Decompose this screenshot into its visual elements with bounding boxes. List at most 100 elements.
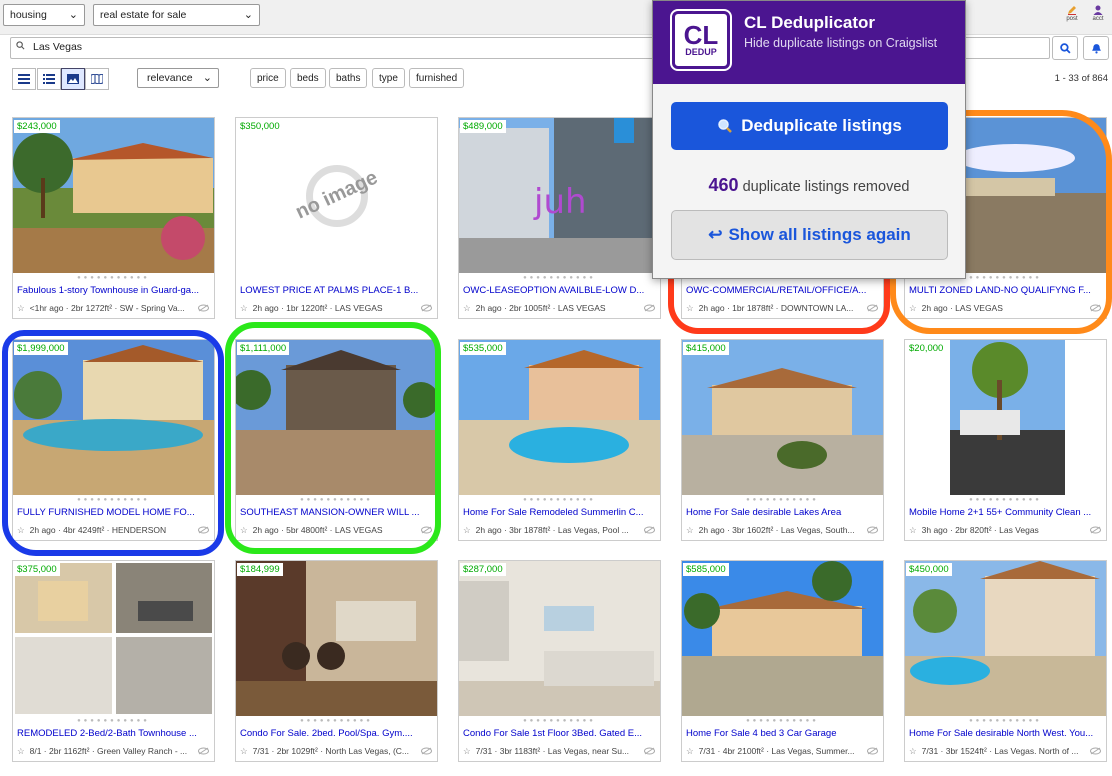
hide-icon[interactable]	[867, 526, 878, 534]
account-button[interactable]: acct	[1092, 4, 1104, 22]
star-icon[interactable]: ☆	[463, 746, 471, 756]
listing-card[interactable]: $585,000 ●●●●●●●●●●● Home For Sale 4 bed…	[681, 560, 884, 762]
listing-photo[interactable]	[13, 118, 214, 273]
view-map-button[interactable]	[85, 68, 109, 90]
image-dots[interactable]: ●●●●●●●●●●●	[13, 718, 214, 724]
image-dots[interactable]: ●●●●●●●●●●●	[459, 497, 660, 503]
view-gallery-button[interactable]	[61, 68, 85, 90]
listing-title[interactable]: FULLY FURNISHED MODEL HOME FO...	[17, 507, 209, 518]
image-dots[interactable]: ●●●●●●●●●●●	[459, 275, 660, 281]
listing-photo[interactable]: juh	[459, 118, 660, 273]
category-select[interactable]: housing ⌄	[3, 4, 85, 26]
star-icon[interactable]: ☆	[463, 525, 471, 535]
view-thumb-list-button[interactable]	[37, 68, 61, 90]
listing-card[interactable]: $243,000 ●●●●●●●●●●● Fabulous 1-story To…	[12, 117, 215, 319]
listing-title[interactable]: Mobile Home 2+1 55+ Community Clean ...	[909, 507, 1101, 518]
post-button[interactable]: post	[1066, 4, 1078, 22]
listing-card[interactable]: no image $350,000 LOWEST PRICE AT PALMS …	[235, 117, 438, 319]
star-icon[interactable]: ☆	[909, 303, 917, 313]
image-dots[interactable]: ●●●●●●●●●●●	[236, 718, 437, 724]
image-dots[interactable]: ●●●●●●●●●●●	[459, 718, 660, 724]
listing-photo[interactable]	[905, 561, 1106, 716]
listing-card[interactable]: $1,999,000 ●●●●●●●●●●● FULLY FURNISHED M…	[12, 339, 215, 541]
listing-photo[interactable]	[236, 340, 437, 495]
listing-title[interactable]: MULTI ZONED LAND-NO QUALIFYNG F...	[909, 285, 1101, 296]
listing-title[interactable]: Home For Sale desirable North West. You.…	[909, 728, 1101, 739]
image-dots[interactable]: ●●●●●●●●●●●	[905, 497, 1106, 503]
listing-card[interactable]: $1,111,000 ●●●●●●●●●●● SOUTHEAST MANSION…	[235, 339, 438, 541]
hide-icon[interactable]	[644, 747, 655, 755]
star-icon[interactable]: ☆	[686, 525, 694, 535]
star-icon[interactable]: ☆	[240, 525, 248, 535]
filter-price-button[interactable]: price	[250, 68, 286, 88]
star-icon[interactable]: ☆	[17, 303, 25, 313]
listing-title[interactable]: REMODELED 2-Bed/2-Bath Townhouse ...	[17, 728, 209, 739]
listing-card[interactable]: $450,000 ●●●●●●●●●●● Home For Sale desir…	[904, 560, 1107, 762]
hide-icon[interactable]	[1090, 526, 1101, 534]
star-icon[interactable]: ☆	[909, 746, 917, 756]
listing-card[interactable]: $535,000 ●●●●●●●●●●● Home For Sale Remod…	[458, 339, 661, 541]
filter-baths-button[interactable]: baths	[329, 68, 368, 88]
view-list-button[interactable]	[12, 68, 36, 90]
image-dots[interactable]: ●●●●●●●●●●●	[13, 497, 214, 503]
hide-icon[interactable]	[644, 526, 655, 534]
deduplicate-button[interactable]: Deduplicate listings	[671, 102, 948, 150]
listing-card[interactable]: $375,000 ●●●●●●●●●●● REMODELED 2-Bed/2-B…	[12, 560, 215, 762]
image-dots[interactable]: ●●●●●●●●●●●	[682, 718, 883, 724]
hide-icon[interactable]	[421, 747, 432, 755]
hide-icon[interactable]	[644, 304, 655, 312]
listing-photo[interactable]	[905, 340, 1106, 495]
listing-card[interactable]: $184,999 ●●●●●●●●●●● Condo For Sale. 2be…	[235, 560, 438, 762]
hide-icon[interactable]	[867, 747, 878, 755]
listing-photo[interactable]	[13, 340, 214, 495]
listing-card[interactable]: juh $489,000 ●●●●●●●●●●● OWC-LEASEOPTION…	[458, 117, 661, 319]
hide-icon[interactable]	[198, 304, 209, 312]
listing-card[interactable]: $20,000 ●●●●●●●●●●● Mobile Home 2+1 55+ …	[904, 339, 1107, 541]
star-icon[interactable]: ☆	[463, 303, 471, 313]
filter-beds-button[interactable]: beds	[290, 68, 326, 88]
listing-title[interactable]: Fabulous 1-story Townhouse in Guard-ga..…	[17, 285, 209, 296]
star-icon[interactable]: ☆	[909, 525, 917, 535]
subcategory-select[interactable]: real estate for sale ⌄	[93, 4, 260, 26]
sort-select[interactable]: relevance ⌄	[137, 68, 219, 88]
listing-photo[interactable]	[13, 561, 214, 716]
alert-button[interactable]	[1083, 36, 1109, 60]
filter-type-button[interactable]: type	[372, 68, 405, 88]
listing-photo[interactable]	[459, 340, 660, 495]
image-dots[interactable]: ●●●●●●●●●●●	[236, 497, 437, 503]
hide-icon[interactable]	[1090, 747, 1101, 755]
listing-photo[interactable]	[682, 340, 883, 495]
listing-title[interactable]: OWC-COMMERCIAL/RETAIL/OFFICE/A...	[686, 285, 878, 296]
hide-icon[interactable]	[421, 526, 432, 534]
star-icon[interactable]: ☆	[17, 525, 25, 535]
listing-photo[interactable]	[682, 561, 883, 716]
hide-icon[interactable]	[421, 304, 432, 312]
image-dots[interactable]: ●●●●●●●●●●●	[905, 718, 1106, 724]
listing-title[interactable]: Home For Sale Remodeled Summerlin C...	[463, 507, 655, 518]
listing-card[interactable]: $415,000 ●●●●●●●●●●● Home For Sale desir…	[681, 339, 884, 541]
star-icon[interactable]: ☆	[240, 746, 248, 756]
listing-title[interactable]: SOUTHEAST MANSION-OWNER WILL ...	[240, 507, 432, 518]
listing-title[interactable]: OWC-LEASEOPTION AVAILBLE-LOW D...	[463, 285, 655, 296]
filter-furnished-button[interactable]: furnished	[409, 68, 465, 88]
star-icon[interactable]: ☆	[240, 303, 248, 313]
hide-icon[interactable]	[1090, 304, 1101, 312]
star-icon[interactable]: ☆	[686, 303, 694, 313]
listing-photo[interactable]	[236, 561, 437, 716]
star-icon[interactable]: ☆	[686, 746, 694, 756]
hide-icon[interactable]	[867, 304, 878, 312]
show-all-button[interactable]: ↩ Show all listings again	[671, 210, 948, 260]
listing-card[interactable]: $287,000 ●●●●●●●●●●● Condo For Sale 1st …	[458, 560, 661, 762]
star-icon[interactable]: ☆	[17, 746, 25, 756]
hide-icon[interactable]	[198, 747, 209, 755]
hide-icon[interactable]	[198, 526, 209, 534]
search-button[interactable]	[1052, 36, 1078, 60]
image-dots[interactable]: ●●●●●●●●●●●	[13, 275, 214, 281]
no-image-placeholder[interactable]: no image	[236, 118, 437, 273]
listing-title[interactable]: Home For Sale desirable Lakes Area	[686, 507, 878, 518]
image-dots[interactable]: ●●●●●●●●●●●	[682, 497, 883, 503]
listing-title[interactable]: LOWEST PRICE AT PALMS PLACE-1 B...	[240, 285, 432, 296]
listing-title[interactable]: Home For Sale 4 bed 3 Car Garage	[686, 728, 878, 739]
listing-photo[interactable]	[459, 561, 660, 716]
listing-title[interactable]: Condo For Sale. 2bed. Pool/Spa. Gym....	[240, 728, 432, 739]
